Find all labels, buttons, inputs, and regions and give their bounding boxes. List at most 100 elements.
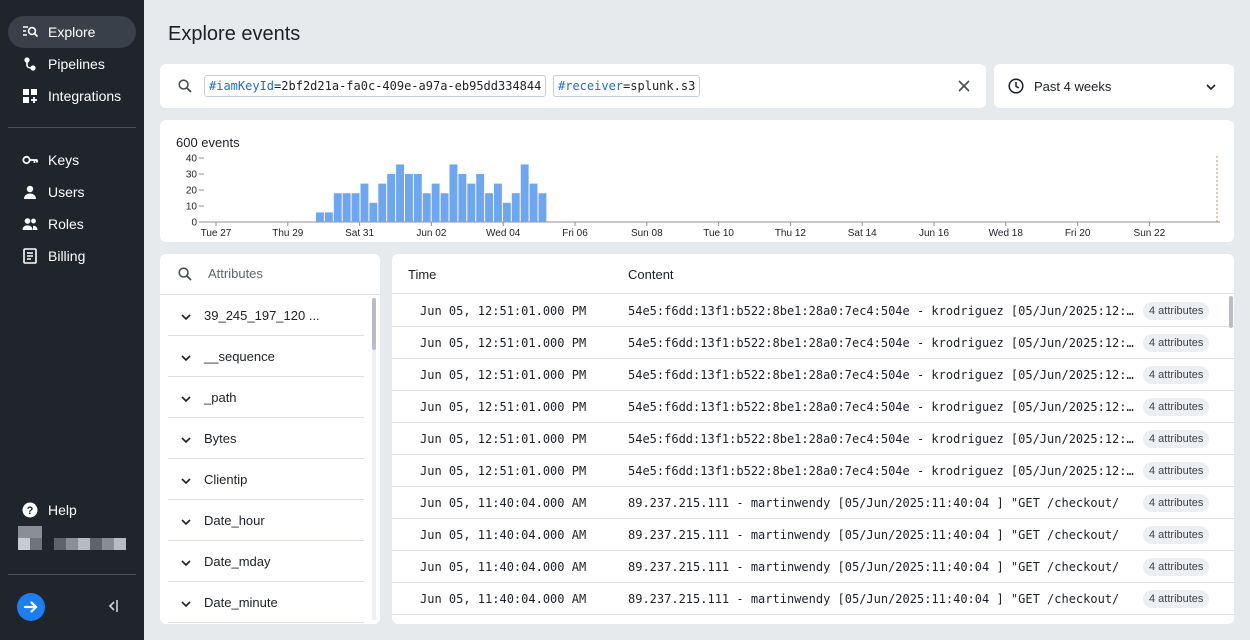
event-content: 89.237.215.111 - martinwendy [05/Jun/202… xyxy=(628,528,1120,542)
sidebar-item-roles[interactable]: Roles xyxy=(8,208,136,240)
table-row[interactable]: Jun 05, 12:51:01.000 PM 54e5:f6dd:13f1:b5… xyxy=(392,295,1234,327)
attributes-badge[interactable]: 4 attributes xyxy=(1143,462,1210,480)
attributes-badge[interactable]: 4 attributes xyxy=(1143,302,1210,320)
event-content: 89.237.215.111 - martinwendy [05/Jun/202… xyxy=(628,496,1120,510)
histogram-bar xyxy=(529,183,538,222)
histogram-bar xyxy=(431,183,440,222)
attribute-item[interactable]: 39_245_197_120 ... xyxy=(168,295,364,336)
attribute-item[interactable]: Clientip xyxy=(168,459,364,500)
attributes-badge[interactable]: 4 attributes xyxy=(1143,590,1210,608)
roles-icon xyxy=(22,216,38,232)
attributes-search[interactable]: Attributes xyxy=(160,254,380,295)
column-header-time[interactable]: Time xyxy=(408,267,436,283)
page-title: Explore events xyxy=(168,23,301,45)
histogram-bar xyxy=(387,174,396,222)
help-label: Help xyxy=(48,502,77,518)
chevron-down-icon xyxy=(180,392,192,404)
sidebar-item-label: Pipelines xyxy=(48,56,105,72)
events-scrollbar-thumb[interactable] xyxy=(1229,296,1233,328)
table-row[interactable]: Jun 05, 12:51:01.000 PM 54e5:f6dd:13f1:b5… xyxy=(392,327,1234,359)
sidebar-item-billing[interactable]: Billing xyxy=(8,240,136,272)
attributes-badge[interactable]: 4 attributes xyxy=(1143,494,1210,512)
chip-key: #iamKeyId xyxy=(209,79,275,93)
filter-chip-receiver[interactable]: #receiver=splunk.s3 xyxy=(553,75,701,97)
table-row[interactable]: Jun 05, 11:40:04.000 AM 89.237.215.111 - … xyxy=(392,519,1234,551)
x-tick-label: Sat 14 xyxy=(848,228,877,239)
attributes-badge[interactable]: 4 attributes xyxy=(1143,430,1210,448)
sidebar-item-integrations[interactable]: Integrations xyxy=(8,80,136,112)
x-tick-label: Sun 22 xyxy=(1134,228,1166,239)
event-time: Jun 05, 12:51:01.000 PM xyxy=(420,368,587,382)
event-content: 54e5:f6dd:13f1:b522:8be1:28a0:7ec4:504e … xyxy=(628,464,1134,478)
chevron-down-icon xyxy=(180,556,192,568)
event-content: 54e5:f6dd:13f1:b522:8be1:28a0:7ec4:504e … xyxy=(628,368,1134,382)
collapse-sidebar-icon[interactable] xyxy=(106,598,120,614)
sidebar-item-help[interactable]: ? Help xyxy=(8,494,136,526)
histogram-bar xyxy=(351,193,360,222)
attribute-item[interactable]: __sequence xyxy=(168,336,364,377)
attributes-search-input[interactable]: Attributes xyxy=(208,266,263,282)
time-range-label: Past 4 weeks xyxy=(1034,79,1112,94)
event-time: Jun 05, 12:51:01.000 PM xyxy=(420,400,587,414)
table-row[interactable]: Jun 05, 12:51:01.000 PM 54e5:f6dd:13f1:b5… xyxy=(392,391,1234,423)
event-content: 54e5:f6dd:13f1:b522:8be1:28a0:7ec4:504e … xyxy=(628,304,1134,318)
table-header: Time Content xyxy=(392,254,1234,294)
attributes-scrollbar[interactable] xyxy=(372,298,376,620)
histogram-bar xyxy=(458,174,467,222)
y-tick-label: 10 xyxy=(186,202,198,213)
event-time: Jun 05, 11:40:04.000 AM xyxy=(420,592,587,606)
chevron-down-icon xyxy=(180,351,192,363)
event-content: 89.237.215.111 - martinwendy [05/Jun/202… xyxy=(628,560,1120,574)
x-tick-label: Thu 12 xyxy=(775,228,807,239)
attributes-badge[interactable]: 4 attributes xyxy=(1143,398,1210,416)
table-row[interactable]: Jun 05, 12:51:01.000 PM 54e5:f6dd:13f1:b5… xyxy=(392,455,1234,487)
y-tick-label: 30 xyxy=(186,170,198,181)
attribute-name: __sequence xyxy=(204,349,275,364)
histogram-bar xyxy=(405,174,413,222)
sidebar-divider xyxy=(8,574,136,575)
sidebar-item-label: Explore xyxy=(48,24,96,40)
x-tick-label: Wed 18 xyxy=(989,228,1024,239)
attributes-badge[interactable]: 4 attributes xyxy=(1143,366,1210,384)
filter-chip-iamkeyid[interactable]: #iamKeyId=2bf2d21a-fa0c-409e-a97a-eb95dd… xyxy=(204,75,547,97)
event-histogram[interactable]: 40 30 20 10 0 Tue 27 Thu 29 Sat 31 Jun 02 Wed 04… xyxy=(160,120,1234,242)
table-row[interactable]: Jun 05, 11:40:04.000 AM 89.237.215.111 - … xyxy=(392,487,1234,519)
attribute-item[interactable]: _path xyxy=(168,377,364,418)
scrollbar-thumb[interactable] xyxy=(372,298,376,350)
chevron-down-icon xyxy=(1205,80,1217,92)
attributes-badge[interactable]: 4 attributes xyxy=(1143,526,1210,544)
clear-search-icon[interactable] xyxy=(957,79,971,93)
chip-key: #receiver xyxy=(558,79,624,93)
brand-logo-icon[interactable] xyxy=(17,593,45,621)
sidebar-divider xyxy=(8,127,136,128)
sidebar-item-keys[interactable]: Keys xyxy=(8,144,136,176)
event-content: 89.237.215.111 - martinwendy [05/Jun/202… xyxy=(628,592,1120,606)
attribute-item[interactable]: Date_hour xyxy=(168,500,364,541)
chevron-down-icon xyxy=(180,474,192,486)
attribute-item[interactable]: Date_mday xyxy=(168,541,364,582)
sidebar-item-explore[interactable]: Explore xyxy=(8,16,136,48)
histogram-bar xyxy=(449,164,458,222)
histogram-bar xyxy=(316,212,324,222)
events-table: Time Content Jun 05, 12:51:01.000 PM 54e5… xyxy=(392,254,1234,624)
y-tick-label: 20 xyxy=(186,186,198,197)
sidebar-item-users[interactable]: Users xyxy=(8,176,136,208)
sidebar-item-pipelines[interactable]: Pipelines xyxy=(8,48,136,80)
event-content: 54e5:f6dd:13f1:b522:8be1:28a0:7ec4:504e … xyxy=(628,400,1134,414)
attribute-item[interactable]: Bytes xyxy=(168,418,364,459)
histogram-bar xyxy=(476,174,485,222)
sidebar-item-label: Users xyxy=(48,184,85,200)
table-row[interactable]: Jun 05, 11:40:04.000 AM 89.237.215.111 - … xyxy=(392,551,1234,583)
attributes-badge[interactable]: 4 attributes xyxy=(1143,334,1210,352)
time-range-select[interactable]: Past 4 weeks xyxy=(994,64,1234,108)
table-row[interactable]: Jun 05, 11:40:04.000 AM 89.237.215.111 - … xyxy=(392,583,1234,615)
sidebar-item-label: Integrations xyxy=(48,88,122,104)
attribute-item[interactable]: Date_minute xyxy=(168,582,364,623)
column-header-content[interactable]: Content xyxy=(628,267,674,283)
attribute-name: Clientip xyxy=(204,472,248,487)
attributes-badge[interactable]: 4 attributes xyxy=(1143,558,1210,576)
y-tick-label: 0 xyxy=(191,218,197,229)
event-content: 54e5:f6dd:13f1:b522:8be1:28a0:7ec4:504e … xyxy=(628,432,1134,446)
table-row[interactable]: Jun 05, 12:51:01.000 PM 54e5:f6dd:13f1:b5… xyxy=(392,359,1234,391)
table-row[interactable]: Jun 05, 12:51:01.000 PM 54e5:f6dd:13f1:b5… xyxy=(392,423,1234,455)
